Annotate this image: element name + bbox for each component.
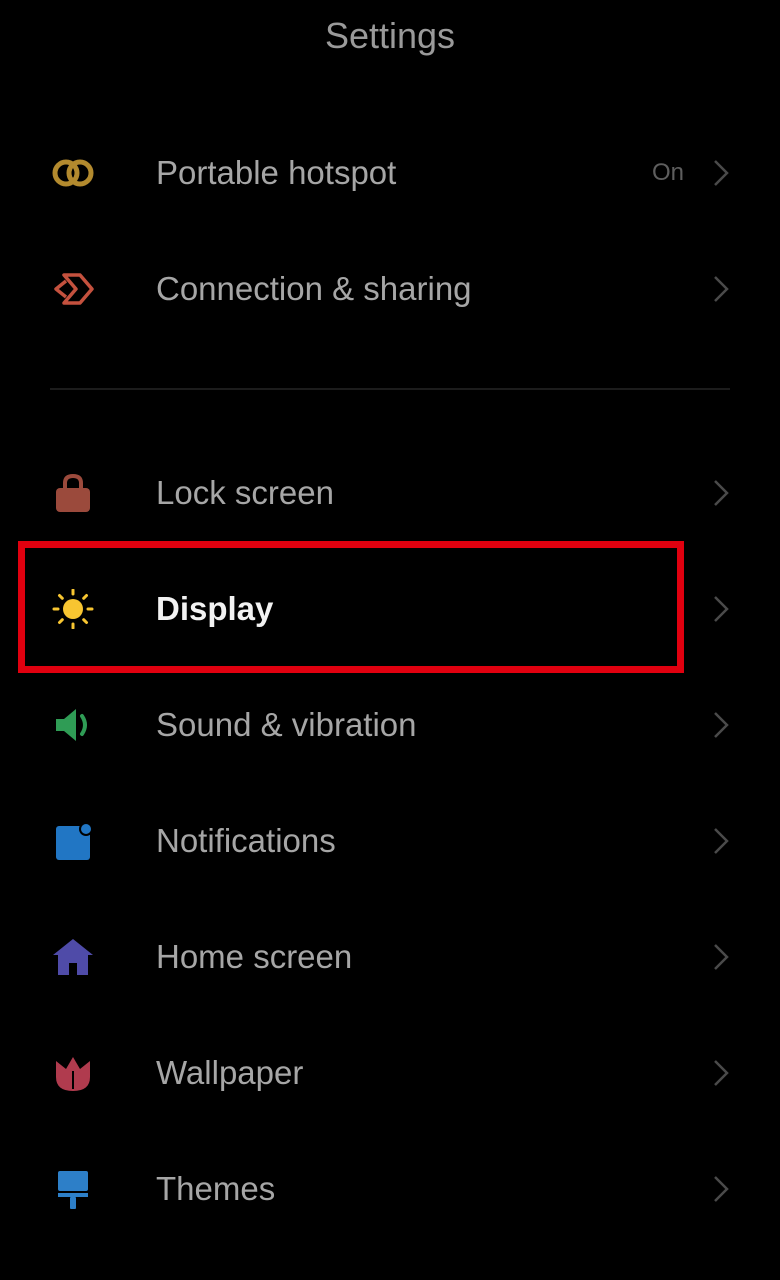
hotspot-icon	[50, 153, 96, 193]
chevron-right-icon	[712, 942, 730, 972]
chevron-right-icon	[712, 1174, 730, 1204]
settings-item-themes[interactable]: Themes	[0, 1131, 780, 1247]
chevron-right-icon	[712, 1058, 730, 1088]
settings-item-label: Lock screen	[156, 474, 334, 511]
sun-icon	[50, 589, 96, 629]
settings-item-lock-screen[interactable]: Lock screen	[0, 435, 780, 551]
chevron-right-icon	[712, 158, 730, 188]
chevron-right-icon	[712, 710, 730, 740]
settings-item-home-screen[interactable]: Home screen	[0, 899, 780, 1015]
chevron-right-icon	[712, 826, 730, 856]
settings-item-connection-sharing[interactable]: Connection & sharing	[0, 231, 780, 347]
notification-icon	[50, 821, 96, 861]
settings-item-sound-vibration[interactable]: Sound & vibration	[0, 667, 780, 783]
settings-item-label: Notifications	[156, 822, 336, 859]
lock-icon	[50, 473, 96, 513]
settings-item-label: Wallpaper	[156, 1054, 304, 1091]
home-icon	[50, 937, 96, 977]
paint-roller-icon	[50, 1169, 96, 1209]
settings-item-wallpaper[interactable]: Wallpaper	[0, 1015, 780, 1131]
settings-item-label: Connection & sharing	[156, 270, 472, 307]
settings-item-portable-hotspot[interactable]: Portable hotspot On	[0, 115, 780, 231]
chevron-right-icon	[712, 274, 730, 304]
chevron-right-icon	[712, 594, 730, 624]
settings-item-display[interactable]: Display	[0, 551, 780, 667]
page-title: Settings	[324, 15, 456, 56]
connection-sharing-icon	[50, 269, 96, 309]
chevron-right-icon	[712, 478, 730, 508]
settings-item-notifications[interactable]: Notifications	[0, 783, 780, 899]
speaker-icon	[50, 705, 96, 745]
section-divider	[50, 388, 730, 390]
settings-item-label: Home screen	[156, 938, 353, 975]
settings-item-label: Display	[156, 590, 274, 627]
tulip-icon	[50, 1053, 96, 1093]
settings-item-label: Portable hotspot	[156, 154, 397, 191]
settings-item-label: Themes	[156, 1170, 276, 1207]
settings-item-label: Sound & vibration	[156, 706, 417, 743]
status-value: On	[651, 159, 684, 186]
